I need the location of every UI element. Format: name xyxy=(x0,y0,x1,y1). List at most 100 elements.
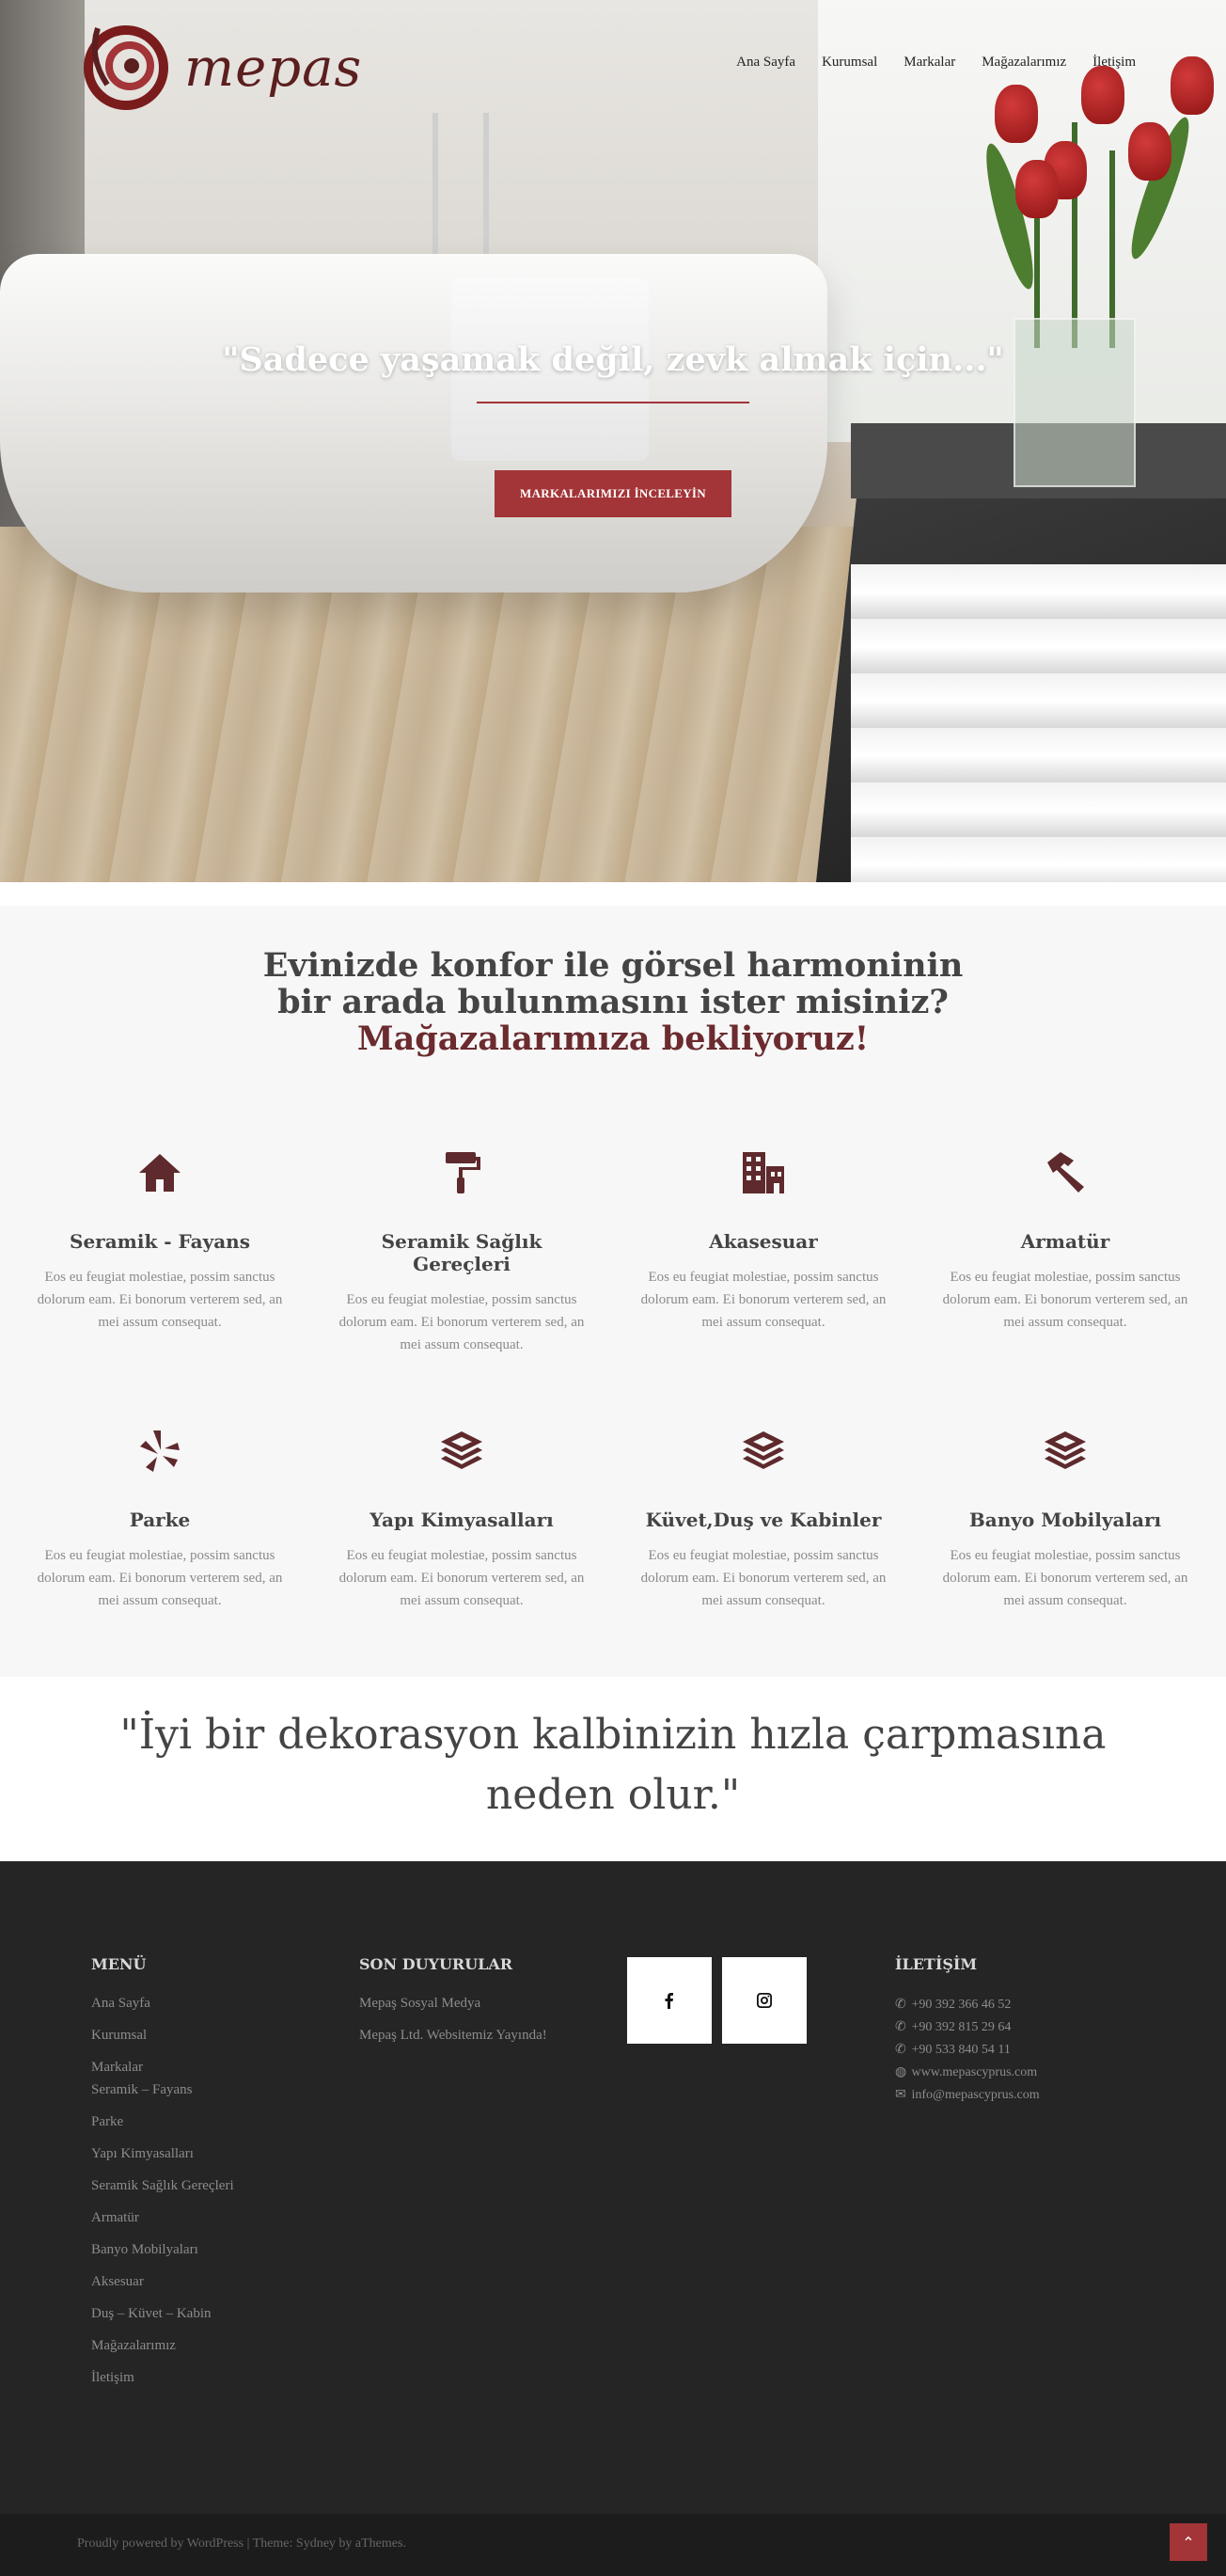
nav-brands[interactable]: Markalar xyxy=(904,55,955,71)
footer-link[interactable]: Seramik – Fayans xyxy=(91,2080,234,2099)
facebook-button[interactable] xyxy=(627,1957,712,2044)
service-title: Seramik Sağlık Gereçleri xyxy=(381,1230,542,1275)
service-item: Seramik - Fayans Eos eu feugiat molestia… xyxy=(33,1149,287,1334)
nav-stores[interactable]: Mağazalarımız xyxy=(982,55,1066,71)
footer-link[interactable]: Yapı Kimyasalları xyxy=(91,2144,234,2163)
footer: MENÜ Ana Sayfa Kurumsal Markalar Seramik… xyxy=(0,1861,1226,2514)
news-link[interactable]: Mepaş Sosyal Medya xyxy=(359,1994,547,2013)
service-text: Eos eu feugiat molestiae, possim sanctus… xyxy=(37,1548,283,1608)
service-item: Armatür Eos eu feugiat molestiae, possim… xyxy=(938,1149,1192,1334)
website-link[interactable]: www.mepascyprus.com xyxy=(912,2065,1038,2079)
logo-swirl-icon xyxy=(84,25,168,110)
footer-link[interactable]: Ana Sayfa xyxy=(91,1994,234,2013)
service-title: Akasesuar xyxy=(709,1230,818,1253)
nav-about[interactable]: Kurumsal xyxy=(822,55,877,71)
service-text: Eos eu feugiat molestiae, possim sanctus… xyxy=(942,1548,1188,1608)
nav-contact[interactable]: İletişim xyxy=(1092,55,1136,71)
hammer-icon xyxy=(1042,1149,1089,1196)
building-icon xyxy=(740,1149,787,1196)
hero-tulip xyxy=(1171,56,1214,115)
phone-line: ✆ +90 533 840 54 11 xyxy=(895,2039,1040,2062)
hero-tulip xyxy=(1081,66,1124,124)
service-text: Eos eu feugiat molestiae, possim sanctus… xyxy=(640,1548,887,1608)
phone-number: +90 533 840 54 11 xyxy=(911,2043,1011,2057)
footer-link[interactable]: Markalar xyxy=(91,2058,234,2077)
footer-news-title: SON DUYURULAR xyxy=(359,1955,513,1973)
email-line: ✉ info@mepascyprus.com xyxy=(895,2084,1040,2107)
service-title: Yapı Kimyasalları xyxy=(369,1509,554,1531)
quote-section: "İyi bir dekorasyon kalbinizin hızla çar… xyxy=(0,1677,1226,1861)
phone-icon: ✆ xyxy=(895,2020,906,2034)
layers-icon xyxy=(740,1428,787,1475)
service-item: Parke Eos eu feugiat molestiae, possim s… xyxy=(33,1428,287,1612)
footer-link[interactable]: Aksesuar xyxy=(91,2272,234,2291)
brands-cta-button[interactable]: MARKALARIMIZI İNCELEYİN xyxy=(495,470,731,517)
instagram-button[interactable] xyxy=(722,1957,807,2044)
hero-tulip xyxy=(1128,122,1171,181)
services-title-line1: Evinizde konfor ile görsel harmoninin xyxy=(262,946,964,985)
service-text: Eos eu feugiat molestiae, possim sanctus… xyxy=(942,1270,1188,1330)
phone-line: ✆ +90 392 366 46 52 xyxy=(895,1994,1040,2016)
hero-divider xyxy=(477,402,749,403)
footer-link[interactable]: Kurumsal xyxy=(91,2026,234,2045)
layers-icon xyxy=(438,1428,485,1475)
credits-text[interactable]: Proudly powered by WordPress | Theme: Sy… xyxy=(77,2536,406,2552)
footer-link[interactable]: Mağazalarımız xyxy=(91,2336,234,2355)
service-text: Eos eu feugiat molestiae, possim sanctus… xyxy=(640,1270,887,1330)
back-to-top-button[interactable]: ⌃ xyxy=(1170,2523,1207,2561)
paint-roller-icon xyxy=(438,1149,485,1196)
footer-link[interactable]: İletişim xyxy=(91,2368,234,2387)
phone-line: ✆ +90 392 815 29 64 xyxy=(895,2016,1040,2039)
instagram-icon xyxy=(757,1993,772,2008)
hero-towel-stack xyxy=(851,564,1226,882)
home-icon xyxy=(136,1149,183,1196)
service-title: Parke xyxy=(129,1509,191,1531)
service-item: Küvet,Duş ve Kabinler Eos eu feugiat mol… xyxy=(637,1428,890,1612)
footer-link[interactable]: Duş – Küvet – Kabin xyxy=(91,2304,234,2323)
quote-line2: neden olur." xyxy=(485,1771,741,1819)
phone-icon: ✆ xyxy=(895,2043,906,2057)
hero-quote: "Sadece yaşamak değil, zevk almak için..… xyxy=(222,340,1004,379)
service-item: Banyo Mobilyaları Eos eu feugiat molesti… xyxy=(938,1428,1192,1612)
footer-link[interactable]: Seramik Sağlık Gereçleri xyxy=(91,2176,234,2195)
services-section: Evinizde konfor ile görsel harmoninin bi… xyxy=(0,906,1226,1677)
email-link[interactable]: info@mepascyprus.com xyxy=(912,2088,1040,2102)
footer-menu: MENÜ Ana Sayfa Kurumsal Markalar Seramik… xyxy=(91,1955,234,2400)
phone-number: +90 392 815 29 64 xyxy=(911,2020,1012,2034)
site-info-bar: Proudly powered by WordPress | Theme: Sy… xyxy=(0,2514,1226,2576)
service-item: Yapı Kimyasalları Eos eu feugiat molesti… xyxy=(335,1428,589,1612)
news-link[interactable]: Mepaş Ltd. Websitemiz Yayında! xyxy=(359,2026,547,2045)
service-title: Banyo Mobilyaları xyxy=(968,1509,1162,1531)
service-item: Akasesuar Eos eu feugiat molestiae, poss… xyxy=(637,1149,890,1334)
envelope-icon: ✉ xyxy=(895,2088,906,2102)
hero-tulip xyxy=(1015,160,1059,218)
service-text: Eos eu feugiat molestiae, possim sanctus… xyxy=(37,1270,283,1330)
footer-news: SON DUYURULAR Mepaş Sosyal Medya Mepaş L… xyxy=(359,1955,547,2058)
footer-link[interactable]: Parke xyxy=(91,2112,234,2131)
services-title-line2: bir arada bulunmasını ister misiniz? xyxy=(277,983,949,1021)
facebook-icon xyxy=(665,1993,673,2009)
footer-link[interactable]: Banyo Mobilyaları xyxy=(91,2240,234,2259)
hero-tulip xyxy=(995,85,1038,143)
service-item: Seramik Sağlık Gereçleri Eos eu feugiat … xyxy=(335,1149,589,1356)
main-nav: Ana Sayfa Kurumsal Markalar Mağazalarımı… xyxy=(736,55,1136,71)
service-title: Küvet,Duş ve Kabinler xyxy=(645,1509,882,1531)
globe-icon: ◍ xyxy=(895,2065,907,2079)
service-title: Seramik - Fayans xyxy=(70,1230,250,1253)
decoration-quote: "İyi bir dekorasyon kalbinizin hızla çar… xyxy=(0,1705,1226,1825)
phone-icon: ✆ xyxy=(895,1998,906,2012)
service-text: Eos eu feugiat molestiae, possim sanctus… xyxy=(338,1292,585,1352)
service-title: Armatür xyxy=(1020,1230,1110,1253)
yelp-icon xyxy=(136,1428,183,1475)
website-line: ◍ www.mepascyprus.com xyxy=(895,2062,1040,2084)
hero-banner xyxy=(0,0,1226,882)
quote-line1: "İyi bir dekorasyon kalbinizin hızla çar… xyxy=(119,1711,1107,1759)
hero-bathtub xyxy=(0,254,827,593)
nav-home[interactable]: Ana Sayfa xyxy=(736,55,795,71)
site-logo[interactable]: mepas xyxy=(79,19,361,113)
service-text: Eos eu feugiat molestiae, possim sanctus… xyxy=(338,1548,585,1608)
footer-contact: İLETİŞİM ✆ +90 392 366 46 52 ✆ +90 392 8… xyxy=(895,1955,1040,2107)
footer-contact-title: İLETİŞİM xyxy=(895,1955,978,1973)
footer-link[interactable]: Armatür xyxy=(91,2208,234,2227)
services-title-accent: Mağazalarımıza bekliyoruz! xyxy=(356,1019,870,1058)
